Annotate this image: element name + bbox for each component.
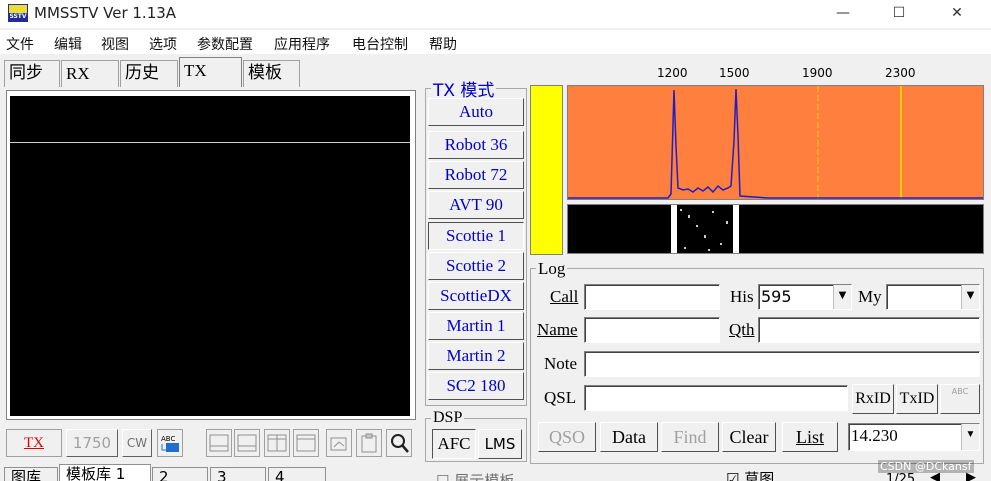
mode-robot36-button[interactable]: Robot 36 bbox=[428, 131, 524, 159]
zoom-icon[interactable] bbox=[386, 429, 412, 457]
note-label: Note bbox=[544, 354, 578, 373]
mode-scottiedx-button[interactable]: ScottieDX bbox=[428, 282, 524, 310]
svg-text:ABC: ABC bbox=[161, 435, 175, 443]
tab-tx[interactable]: TX bbox=[179, 57, 242, 87]
rxid-button[interactable]: RxID bbox=[852, 384, 894, 414]
qth-input[interactable] bbox=[758, 317, 980, 343]
clipboard-icon[interactable] bbox=[356, 429, 382, 457]
tab-sync[interactable]: 同步 bbox=[4, 60, 60, 87]
data-button[interactable]: Data bbox=[600, 422, 658, 452]
waterfall-display[interactable] bbox=[567, 204, 984, 254]
tab-template-lib-2[interactable]: 2 bbox=[152, 467, 208, 481]
scale-2300: 2300 bbox=[885, 66, 916, 80]
mode-martin2-button[interactable]: Martin 2 bbox=[428, 342, 524, 370]
abc-overlay-button[interactable]: ABC bbox=[940, 384, 980, 414]
find-button[interactable]: Find bbox=[661, 422, 719, 452]
tab-template-lib-1[interactable]: 模板库 1 bbox=[59, 464, 151, 481]
watermark: CSDN @DCkansf bbox=[878, 460, 974, 473]
call-input[interactable] bbox=[584, 284, 720, 310]
call-label: Call bbox=[550, 287, 579, 306]
spectrum-scale: 1200 1500 1900 2300 bbox=[568, 62, 984, 84]
menu-bar: 文件 编辑 视图 选项 参数配置 应用程序 电台控制 帮助 bbox=[0, 30, 991, 54]
mode-robot72-button[interactable]: Robot 72 bbox=[428, 161, 524, 189]
log-label: Log bbox=[536, 259, 568, 279]
menu-settings[interactable]: 参数配置 bbox=[197, 34, 253, 54]
page-indicator: 1/25 bbox=[886, 472, 916, 481]
scale-1900: 1900 bbox=[802, 66, 833, 80]
spectrum-graph bbox=[568, 86, 983, 199]
layout-2-icon[interactable] bbox=[234, 429, 260, 457]
layout-1-icon[interactable] bbox=[206, 429, 232, 457]
my-label: My bbox=[858, 287, 882, 306]
tab-template[interactable]: 模板 bbox=[243, 60, 300, 87]
chevron-down-icon[interactable]: ▼ bbox=[961, 424, 979, 450]
mode-scottie1-button[interactable]: Scottie 1 bbox=[428, 222, 524, 250]
tab-rx[interactable]: RX bbox=[61, 60, 119, 87]
mode-avt90-button[interactable]: AVT 90 bbox=[428, 191, 524, 219]
spectrum-display[interactable] bbox=[567, 85, 984, 200]
tab-template-lib-3[interactable]: 3 bbox=[210, 467, 266, 481]
window-title: MMSSTV Ver 1.13A bbox=[34, 4, 177, 22]
text-overlay-icon[interactable]: ABC bbox=[157, 429, 183, 457]
txid-button[interactable]: TxID bbox=[896, 384, 938, 414]
menu-edit[interactable]: 编辑 bbox=[54, 34, 82, 54]
mode-scottie2-button[interactable]: Scottie 2 bbox=[428, 252, 524, 280]
his-label: His bbox=[730, 287, 754, 306]
qsl-input[interactable] bbox=[584, 385, 848, 411]
chevron-down-icon[interactable]: ▼ bbox=[833, 285, 851, 309]
tune-1750-button[interactable]: 1750 bbox=[66, 429, 118, 457]
mode-martin1-button[interactable]: Martin 1 bbox=[428, 312, 524, 340]
menu-help[interactable]: 帮助 bbox=[429, 34, 457, 54]
mode-auto-button[interactable]: Auto bbox=[428, 98, 524, 126]
waterfall-graph bbox=[671, 205, 739, 253]
note-input[interactable] bbox=[584, 351, 980, 377]
image-edit-icon[interactable] bbox=[326, 429, 352, 457]
divider-line bbox=[10, 142, 410, 143]
qth-label: Qth bbox=[729, 320, 755, 339]
tx-button[interactable]: TX bbox=[6, 429, 62, 457]
menu-programs[interactable]: 应用程序 bbox=[274, 34, 330, 54]
tab-history[interactable]: 历史 bbox=[120, 60, 178, 87]
app-icon: SSTV bbox=[8, 4, 28, 22]
clear-button[interactable]: Clear bbox=[722, 422, 776, 452]
my-rst-combo[interactable]: ▼ bbox=[886, 284, 980, 310]
qsl-label: QSL bbox=[544, 388, 577, 407]
chevron-down-icon[interactable]: ▼ bbox=[961, 285, 979, 309]
qso-button[interactable]: QSO bbox=[538, 422, 596, 452]
close-button[interactable]: ✕ bbox=[934, 0, 980, 28]
mode-sc2180-button[interactable]: SC2 180 bbox=[428, 372, 524, 400]
list-button[interactable]: List bbox=[782, 422, 838, 452]
tab-gallery[interactable]: 图库 bbox=[4, 467, 58, 481]
afc-toggle[interactable]: AFC bbox=[432, 429, 476, 459]
lms-toggle[interactable]: LMS bbox=[478, 429, 522, 459]
name-input[interactable] bbox=[584, 317, 720, 343]
his-rst-combo[interactable]: 595 ▼ bbox=[758, 284, 852, 310]
dsp-label: DSP bbox=[431, 409, 465, 427]
menu-view[interactable]: 视图 bbox=[101, 34, 129, 54]
menu-options[interactable]: 选项 bbox=[149, 34, 177, 54]
signal-level-bar bbox=[530, 85, 563, 255]
menu-radio[interactable]: 电台控制 bbox=[352, 34, 408, 54]
draft-checkbox[interactable]: ☑ 草图 bbox=[726, 468, 774, 481]
tab-template-lib-4[interactable]: 4 bbox=[268, 467, 326, 481]
tx-picture-display[interactable] bbox=[10, 96, 410, 416]
show-template-checkbox[interactable]: ☐ 展示模板 bbox=[436, 470, 514, 481]
scale-1500: 1500 bbox=[719, 66, 750, 80]
scale-1200: 1200 bbox=[657, 66, 688, 80]
layout-4-icon[interactable] bbox=[293, 429, 319, 457]
menu-file[interactable]: 文件 bbox=[6, 34, 34, 54]
name-label: Name bbox=[537, 320, 578, 339]
frequency-combo[interactable]: 14.230 ▼ bbox=[848, 423, 980, 451]
layout-3-icon[interactable] bbox=[264, 429, 290, 457]
cw-button[interactable]: CW bbox=[122, 429, 152, 457]
maximize-button[interactable]: ☐ bbox=[876, 0, 922, 28]
minimize-button[interactable]: — bbox=[820, 0, 866, 28]
